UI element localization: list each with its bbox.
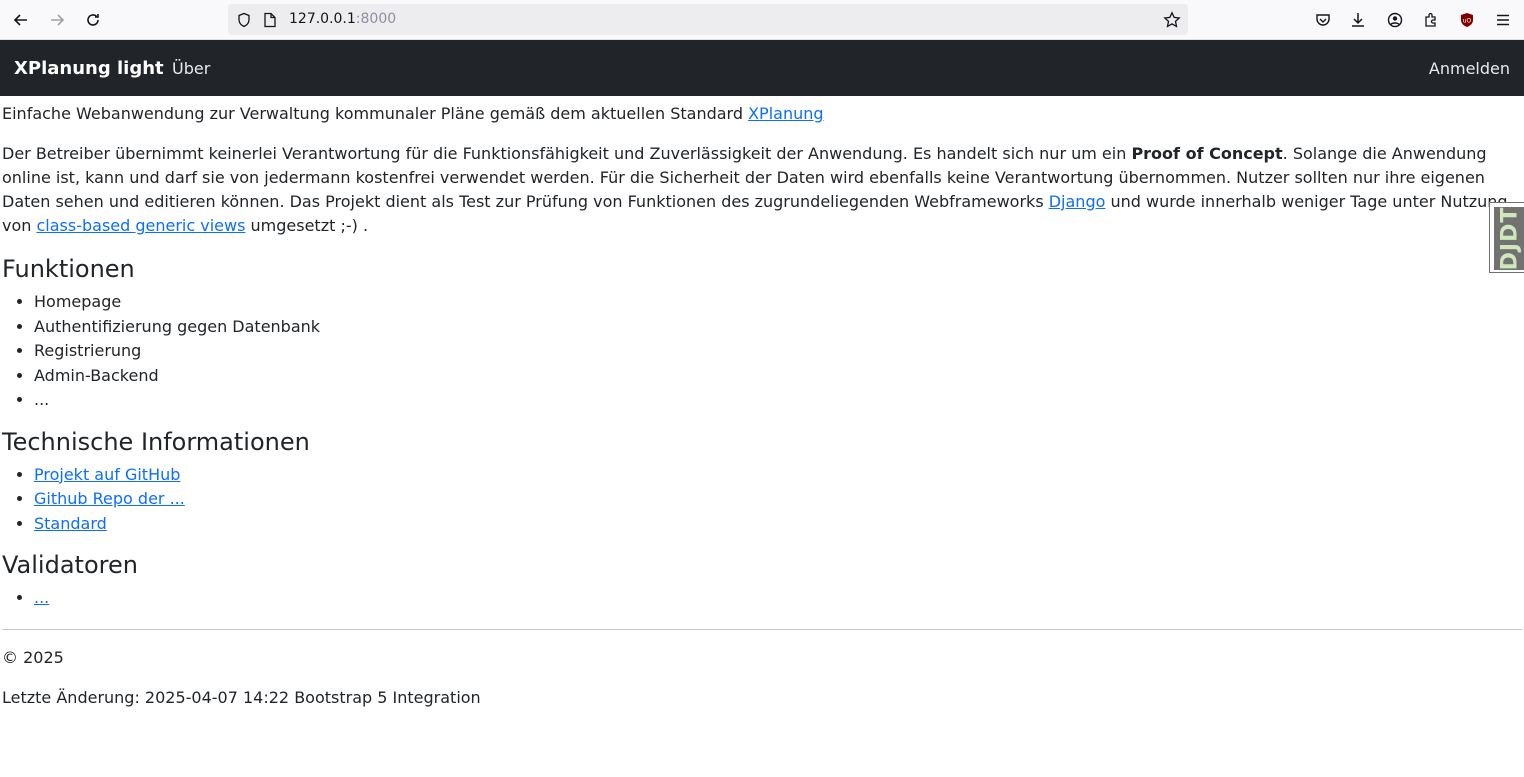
intro-text: Einfache Webanwendung zur Verwaltung kom… <box>2 104 749 123</box>
list-item: Authentifizierung gegen Datenbank <box>34 315 1522 340</box>
list-item: ... <box>34 586 1522 611</box>
menu-icon[interactable] <box>1490 7 1516 33</box>
url-bar[interactable]: 127.0.0.1:8000 <box>228 4 1188 35</box>
django-link[interactable]: Django <box>1049 192 1106 211</box>
intro-paragraph: Einfache Webanwendung zur Verwaltung kom… <box>2 102 1522 126</box>
proof-of-concept-text: Proof of Concept <box>1131 144 1283 163</box>
debug-toolbar-label: DJDT <box>1497 206 1522 271</box>
ublock-icon[interactable]: uO <box>1454 7 1480 33</box>
navbar-brand[interactable]: XPlanung light <box>14 58 164 79</box>
url-host: 127.0.0.1 <box>289 11 356 27</box>
list-item: Standard <box>34 512 1522 537</box>
pocket-icon[interactable] <box>1310 7 1336 33</box>
list-item: Admin-Backend <box>34 364 1522 389</box>
url-port: :8000 <box>355 11 397 27</box>
list-item: Projekt auf GitHub <box>34 463 1522 488</box>
back-icon[interactable] <box>8 7 34 33</box>
download-icon[interactable] <box>1345 7 1371 33</box>
last-change-text: Letzte Änderung: 2025-04-07 14:22 Bootst… <box>2 687 481 707</box>
disclaimer-text-1: Der Betreiber übernimmt keinerlei Verant… <box>2 144 1132 163</box>
account-icon[interactable] <box>1382 7 1408 33</box>
debug-toolbar-logo: DJDT <box>1494 207 1524 270</box>
github-project-link[interactable]: Projekt auf GitHub <box>34 465 180 484</box>
debug-toolbar-handle[interactable]: DJDT <box>1489 202 1524 273</box>
features-list: Homepage Authentifizierung gegen Datenba… <box>2 290 1522 413</box>
url-text[interactable]: 127.0.0.1:8000 <box>289 11 396 27</box>
github-repo-link[interactable]: Github Repo der ... <box>34 489 185 508</box>
list-item: Github Repo der ... <box>34 487 1522 512</box>
cbv-link[interactable]: class-based generic views <box>36 216 245 235</box>
xplanung-link[interactable]: XPlanung <box>748 104 823 123</box>
extensions-icon[interactable] <box>1418 7 1444 33</box>
disclaimer-paragraph: Der Betreiber übernimmt keinerlei Verant… <box>2 142 1522 238</box>
shield-icon[interactable] <box>234 10 254 30</box>
main-content: Einfache Webanwendung zur Verwaltung kom… <box>2 102 1522 726</box>
page-icon <box>260 10 280 30</box>
star-icon[interactable] <box>1162 10 1182 30</box>
disclaimer-text-4: umgesetzt ;-) . <box>245 216 369 235</box>
validator-link[interactable]: ... <box>34 588 49 607</box>
nav-link-login[interactable]: Anmelden <box>1429 59 1510 78</box>
standard-link[interactable]: Standard <box>34 514 107 533</box>
tech-heading: Technische Informationen <box>2 427 310 456</box>
nav-link-about[interactable]: Über <box>172 59 210 78</box>
browser-toolbar: 127.0.0.1:8000 uO <box>0 0 1524 40</box>
svg-text:uO: uO <box>1463 18 1472 25</box>
forward-icon[interactable] <box>44 7 70 33</box>
tech-links-list: Projekt auf GitHub Github Repo der ... S… <box>2 463 1522 537</box>
list-item: Homepage <box>34 290 1522 315</box>
validators-heading: Validatoren <box>2 551 138 579</box>
footer-divider <box>2 628 1522 630</box>
validators-list: ... <box>2 586 1522 611</box>
list-item: Registrierung <box>34 339 1522 364</box>
list-item: ... <box>34 388 1522 413</box>
reload-icon[interactable] <box>80 7 106 33</box>
navbar: XPlanung light Über Anmelden <box>0 40 1524 96</box>
features-heading: Funktionen <box>2 255 135 283</box>
copyright-text: © 2025 <box>2 647 64 667</box>
